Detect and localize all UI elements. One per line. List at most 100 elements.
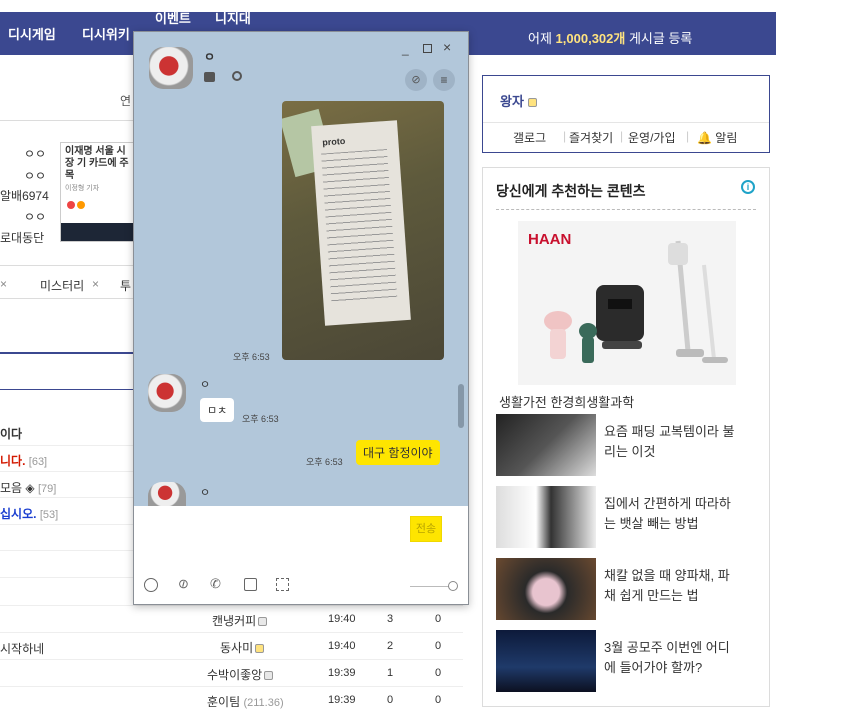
post-title[interactable]: 시작하네 (0, 640, 44, 657)
item-title: 집에서 간편하게 따라하 는 뱃살 빼는 방법 (604, 496, 731, 531)
capture-icon[interactable] (276, 578, 289, 591)
scrollbar[interactable] (458, 384, 464, 428)
divider (483, 122, 769, 123)
post-views: 1 (387, 667, 394, 679)
nav-event[interactable]: 이벤트 (155, 8, 191, 27)
author-ip: (211.36) (243, 697, 284, 709)
photo-message[interactable]: proto (282, 101, 444, 360)
post-time: 19:39 (328, 667, 356, 679)
message-bubble-mine[interactable]: 대구 함정이야 (356, 440, 440, 465)
emoticon-icon[interactable] (144, 578, 158, 592)
table-row[interactable]: 시작하네 동사미 19:40 2 0 (0, 633, 463, 659)
nav-dcgame[interactable]: 디시게임 (8, 24, 56, 43)
post-author[interactable]: 훈이팀 (211.36) (207, 693, 284, 710)
reply-count: [79] (38, 483, 57, 495)
avatar[interactable] (148, 482, 186, 506)
table-row[interactable]: 훈이팀 (211.36) 19:39 0 0 (0, 687, 463, 713)
filter-tag[interactable]: 투 (120, 277, 131, 294)
news-item[interactable]: 알배6974 (0, 187, 49, 204)
manager-icon (527, 98, 537, 108)
avatar[interactable] (149, 47, 193, 89)
author-name: 훈이팀 (207, 695, 241, 709)
slider-handle[interactable] (448, 581, 458, 591)
news-card[interactable]: 이재명 서울 시장 기 카드에 주목 이정형 기자 (60, 142, 134, 242)
post-recs: 0 (435, 613, 442, 625)
tab-partial[interactable]: 연 (120, 92, 131, 109)
divider (0, 497, 134, 498)
mute-icon[interactable]: ⊘ (405, 69, 427, 91)
item-title: 채칼 없을 때 양파채, 파채 쉽게 만드는 법 (604, 568, 730, 603)
table-row[interactable]: 캔냉커피 19:40 3 0 (0, 606, 463, 632)
board-row[interactable]: 십시오. [53] (0, 505, 58, 522)
board-row[interactable]: 니다. [63] (0, 452, 47, 469)
post-author[interactable]: 동사미 (220, 639, 265, 656)
message-time: 오후 6:53 (242, 414, 279, 424)
table-row[interactable]: 수박이좋앙 19:39 1 0 (0, 660, 463, 686)
news-item[interactable]: ㅇㅇ (24, 167, 46, 184)
avatar[interactable] (148, 374, 186, 412)
reply-count: [63] (28, 456, 48, 468)
gallog-link[interactable]: 갤로그 (513, 129, 546, 146)
chat-window[interactable]: ㅇ _ × ⊘ ≡ proto 오후 6:53 ㅇ ㅁㅊ 오후 6:53 대구 … (133, 31, 469, 605)
nav-nijidae[interactable]: 니지대 (215, 8, 251, 27)
send-button[interactable]: 전송 (410, 516, 442, 542)
menu-icon[interactable]: ≡ (433, 69, 455, 91)
drawer-icon[interactable] (204, 72, 215, 82)
ad-products-image (544, 240, 728, 363)
logo-icon (77, 201, 85, 209)
news-item[interactable]: ㅇㅇ (24, 208, 46, 225)
news-item[interactable]: ㅇㅇ (24, 145, 46, 162)
search-icon[interactable] (232, 71, 242, 81)
chat-input-area[interactable]: 전송 ⊘ ✆ (134, 506, 468, 604)
nav-dcwiki[interactable]: 디시위키 (82, 24, 130, 43)
alarm-label: 알림 (715, 131, 738, 145)
call-icon[interactable]: ✆ (210, 576, 221, 592)
minimize-icon[interactable]: _ (402, 42, 409, 56)
board-row[interactable]: 모음 ◈ [79] (0, 479, 56, 496)
recommend-panel: 당신에게 추천하는 콘텐츠 i HAAN 생활가전 한경희생활과학 요즘 패딩 … (482, 167, 770, 707)
news-card-title: 이재명 서울 시장 기 카드에 주목 (65, 146, 129, 181)
message-bubble[interactable]: ㅁㅊ (200, 398, 235, 422)
separator: | (686, 129, 690, 143)
post-author[interactable]: 수박이좋앙 (207, 666, 274, 683)
news-item[interactable]: 로대동단 (0, 229, 44, 246)
ad-banner[interactable]: HAAN (518, 221, 736, 385)
list-item[interactable]: 3월 공모주 이번엔 어디 에 들어가야 할까? (496, 630, 766, 692)
ad-caption[interactable]: 생활가전 한경희생활과학 (499, 392, 634, 411)
close-icon[interactable]: × (92, 277, 99, 291)
close-icon[interactable]: × (443, 39, 451, 55)
board-row[interactable]: 이다 (0, 425, 22, 442)
post-author[interactable]: 캔냉커피 (212, 612, 268, 629)
alarm-link[interactable]: 🔔 알림 (697, 129, 737, 146)
username[interactable]: 왕자 (500, 91, 537, 110)
post-views: 2 (387, 640, 394, 652)
post-views: 3 (387, 613, 394, 625)
divider (0, 524, 134, 525)
fixed-nick-icon (258, 617, 268, 627)
separator: | (563, 129, 567, 143)
close-icon[interactable]: × (0, 277, 7, 291)
favorites-link[interactable]: 즐겨찾기 (569, 129, 613, 146)
thumbnail (496, 486, 596, 548)
author-name: 캔냉커피 (212, 614, 257, 628)
attach-file-icon[interactable]: ⊘ (175, 574, 192, 593)
board-row-text: 니다. (0, 454, 26, 468)
post-time: 19:39 (328, 694, 356, 706)
item-title: 3월 공모주 이번엔 어디 에 들어가야 할까? (604, 640, 730, 675)
list-item[interactable]: 집에서 간편하게 따라하 는 뱃살 빼는 방법 (496, 486, 766, 548)
maximize-icon[interactable] (423, 44, 432, 53)
filter-tag[interactable]: 미스터리 (40, 277, 84, 294)
fixed-nick-icon (264, 671, 274, 681)
item-title: 요즘 패딩 교복템이라 불 리는 이것 (604, 424, 735, 459)
message-input[interactable] (142, 514, 404, 566)
notice-count: 1,000,302개 (555, 31, 626, 46)
calendar-icon[interactable] (244, 578, 257, 591)
notice-prefix: 어제 (528, 31, 552, 46)
list-item[interactable]: 채칼 없을 때 양파채, 파채 쉽게 만드는 법 (496, 558, 766, 620)
author-name: 수박이좋앙 (207, 668, 263, 682)
manage-join-link[interactable]: 운영/가입 (628, 129, 676, 146)
username-text: 왕자 (500, 94, 524, 109)
list-item[interactable]: 요즘 패딩 교복템이라 불 리는 이것 (496, 414, 766, 476)
divider (0, 471, 134, 472)
info-icon[interactable]: i (741, 180, 755, 194)
